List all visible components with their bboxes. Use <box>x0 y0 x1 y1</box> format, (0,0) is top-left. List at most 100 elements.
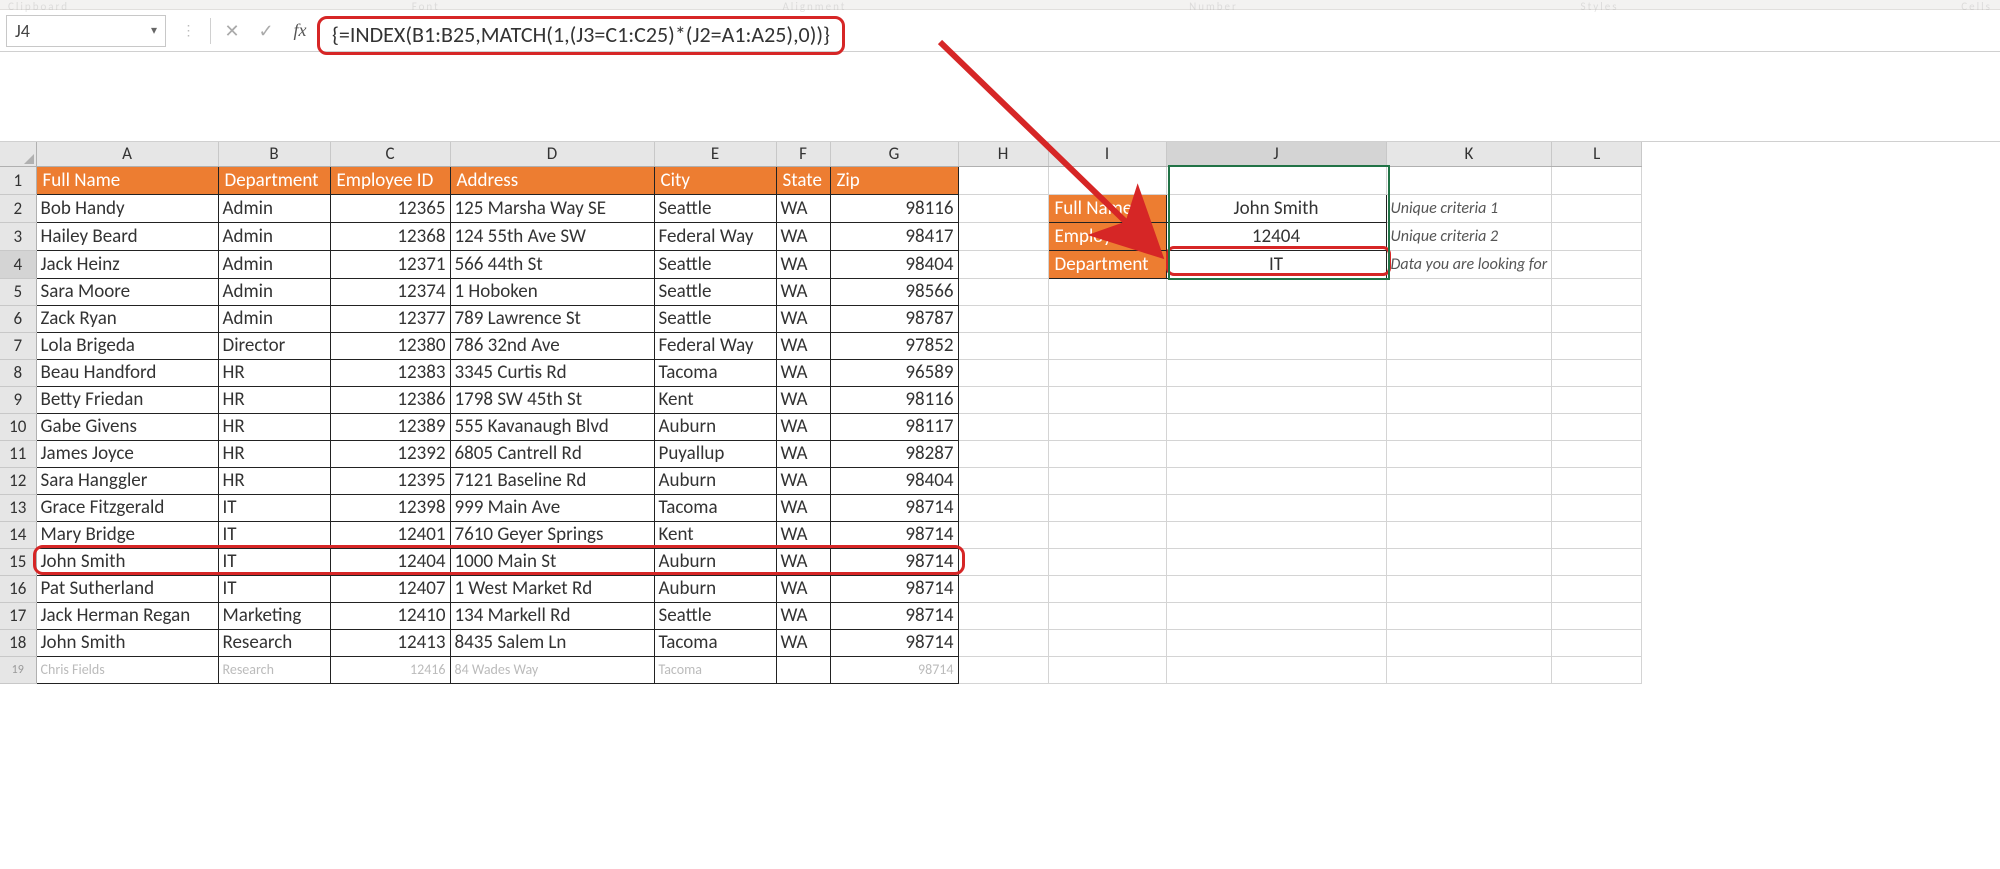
cell[interactable] <box>1048 332 1166 359</box>
header-department[interactable]: Department <box>218 166 330 194</box>
cell[interactable]: Seattle <box>654 278 776 305</box>
cell[interactable]: IT <box>218 494 330 521</box>
cell[interactable]: 555 Kavanaugh Blvd <box>450 413 654 440</box>
formula-bar-options[interactable]: ⋮ <box>172 15 206 47</box>
cell[interactable] <box>958 575 1048 602</box>
cell[interactable] <box>958 250 1048 278</box>
cell[interactable]: 98787 <box>830 305 958 332</box>
header-city[interactable]: City <box>654 166 776 194</box>
cell[interactable] <box>1048 467 1166 494</box>
cell[interactable]: James Joyce <box>36 440 218 467</box>
row-head-2[interactable]: 2 <box>0 194 36 222</box>
cell[interactable] <box>958 494 1048 521</box>
cell[interactable]: WA <box>776 602 830 629</box>
cell[interactable] <box>1386 629 1552 656</box>
cell[interactable] <box>1166 575 1386 602</box>
cell[interactable]: 566 44th St <box>450 250 654 278</box>
cell[interactable]: HR <box>218 467 330 494</box>
cell[interactable]: WA <box>776 629 830 656</box>
row-head-9[interactable]: 9 <box>0 386 36 413</box>
cell[interactable]: 98714 <box>830 521 958 548</box>
cell[interactable] <box>1048 602 1166 629</box>
cell[interactable] <box>958 629 1048 656</box>
cell[interactable]: 12413 <box>330 629 450 656</box>
cell[interactable]: Lola Brigeda <box>36 332 218 359</box>
cancel-icon[interactable]: ✕ <box>215 15 249 47</box>
cell[interactable] <box>958 305 1048 332</box>
cell[interactable] <box>1048 413 1166 440</box>
header-address[interactable]: Address <box>450 166 654 194</box>
lookup-value-dept[interactable]: IT <box>1166 250 1386 278</box>
cell[interactable]: Tacoma <box>654 656 776 683</box>
cell[interactable]: Marketing <box>218 602 330 629</box>
cell[interactable] <box>1552 166 1642 194</box>
cell[interactable]: WA <box>776 278 830 305</box>
cell[interactable]: 12386 <box>330 386 450 413</box>
cell[interactable]: HR <box>218 359 330 386</box>
cell[interactable] <box>1166 467 1386 494</box>
cell[interactable]: 124 55th Ave SW <box>450 222 654 250</box>
cell[interactable]: WA <box>776 359 830 386</box>
cell[interactable] <box>1166 548 1386 575</box>
cell[interactable] <box>776 656 830 683</box>
cell[interactable]: 12368 <box>330 222 450 250</box>
cell[interactable]: 12395 <box>330 467 450 494</box>
col-head-A[interactable]: A <box>36 142 218 166</box>
cell[interactable]: Tacoma <box>654 359 776 386</box>
cell[interactable]: 6805 Cantrell Rd <box>450 440 654 467</box>
cell[interactable]: 98714 <box>830 602 958 629</box>
cell[interactable] <box>958 332 1048 359</box>
cell[interactable] <box>1048 629 1166 656</box>
spreadsheet-grid[interactable]: A B C D E F G H I J K L 1 Full Name Depa… <box>0 142 2000 684</box>
cell[interactable] <box>1048 166 1166 194</box>
row-head-11[interactable]: 11 <box>0 440 36 467</box>
cell[interactable] <box>1552 521 1642 548</box>
cell[interactable]: 12377 <box>330 305 450 332</box>
cell[interactable]: 12383 <box>330 359 450 386</box>
cell[interactable]: Seattle <box>654 305 776 332</box>
col-head-I[interactable]: I <box>1048 142 1166 166</box>
cell[interactable] <box>1386 386 1552 413</box>
cell[interactable] <box>1166 332 1386 359</box>
cell[interactable] <box>1552 575 1642 602</box>
cell[interactable]: 12404 <box>330 548 450 575</box>
row-head-1[interactable]: 1 <box>0 166 36 194</box>
cell[interactable]: WA <box>776 332 830 359</box>
cell[interactable]: Director <box>218 332 330 359</box>
cell[interactable]: Grace Fitzgerald <box>36 494 218 521</box>
cell[interactable] <box>1386 440 1552 467</box>
cell[interactable] <box>1048 575 1166 602</box>
cell[interactable]: IT <box>218 575 330 602</box>
cell[interactable]: 98714 <box>830 494 958 521</box>
cell[interactable] <box>1552 629 1642 656</box>
cell[interactable] <box>1048 386 1166 413</box>
cell[interactable]: 1000 Main St <box>450 548 654 575</box>
cell[interactable]: Puyallup <box>654 440 776 467</box>
cell[interactable]: Research <box>218 656 330 683</box>
name-box[interactable]: J4 ▾ <box>6 15 166 47</box>
cell[interactable]: 786 32nd Ave <box>450 332 654 359</box>
cell[interactable]: 98714 <box>830 629 958 656</box>
cell[interactable] <box>1166 359 1386 386</box>
cell[interactable] <box>1386 467 1552 494</box>
cell[interactable]: Research <box>218 629 330 656</box>
cell[interactable]: WA <box>776 250 830 278</box>
cell[interactable]: 98714 <box>830 656 958 683</box>
lookup-label-dept[interactable]: Department <box>1048 250 1166 278</box>
cell[interactable] <box>958 548 1048 575</box>
cell[interactable] <box>1386 548 1552 575</box>
cell[interactable]: HR <box>218 386 330 413</box>
row-head-10[interactable]: 10 <box>0 413 36 440</box>
cell[interactable]: Chris Fields <box>36 656 218 683</box>
cell[interactable] <box>1166 494 1386 521</box>
cell[interactable]: Betty Friedan <box>36 386 218 413</box>
cell[interactable] <box>1552 386 1642 413</box>
cell[interactable]: 96589 <box>830 359 958 386</box>
cell[interactable] <box>1048 521 1166 548</box>
cell[interactable] <box>958 521 1048 548</box>
cell[interactable] <box>1552 278 1642 305</box>
cell[interactable]: 12389 <box>330 413 450 440</box>
cell[interactable]: HR <box>218 440 330 467</box>
row-head-18[interactable]: 18 <box>0 629 36 656</box>
cell[interactable]: 97852 <box>830 332 958 359</box>
